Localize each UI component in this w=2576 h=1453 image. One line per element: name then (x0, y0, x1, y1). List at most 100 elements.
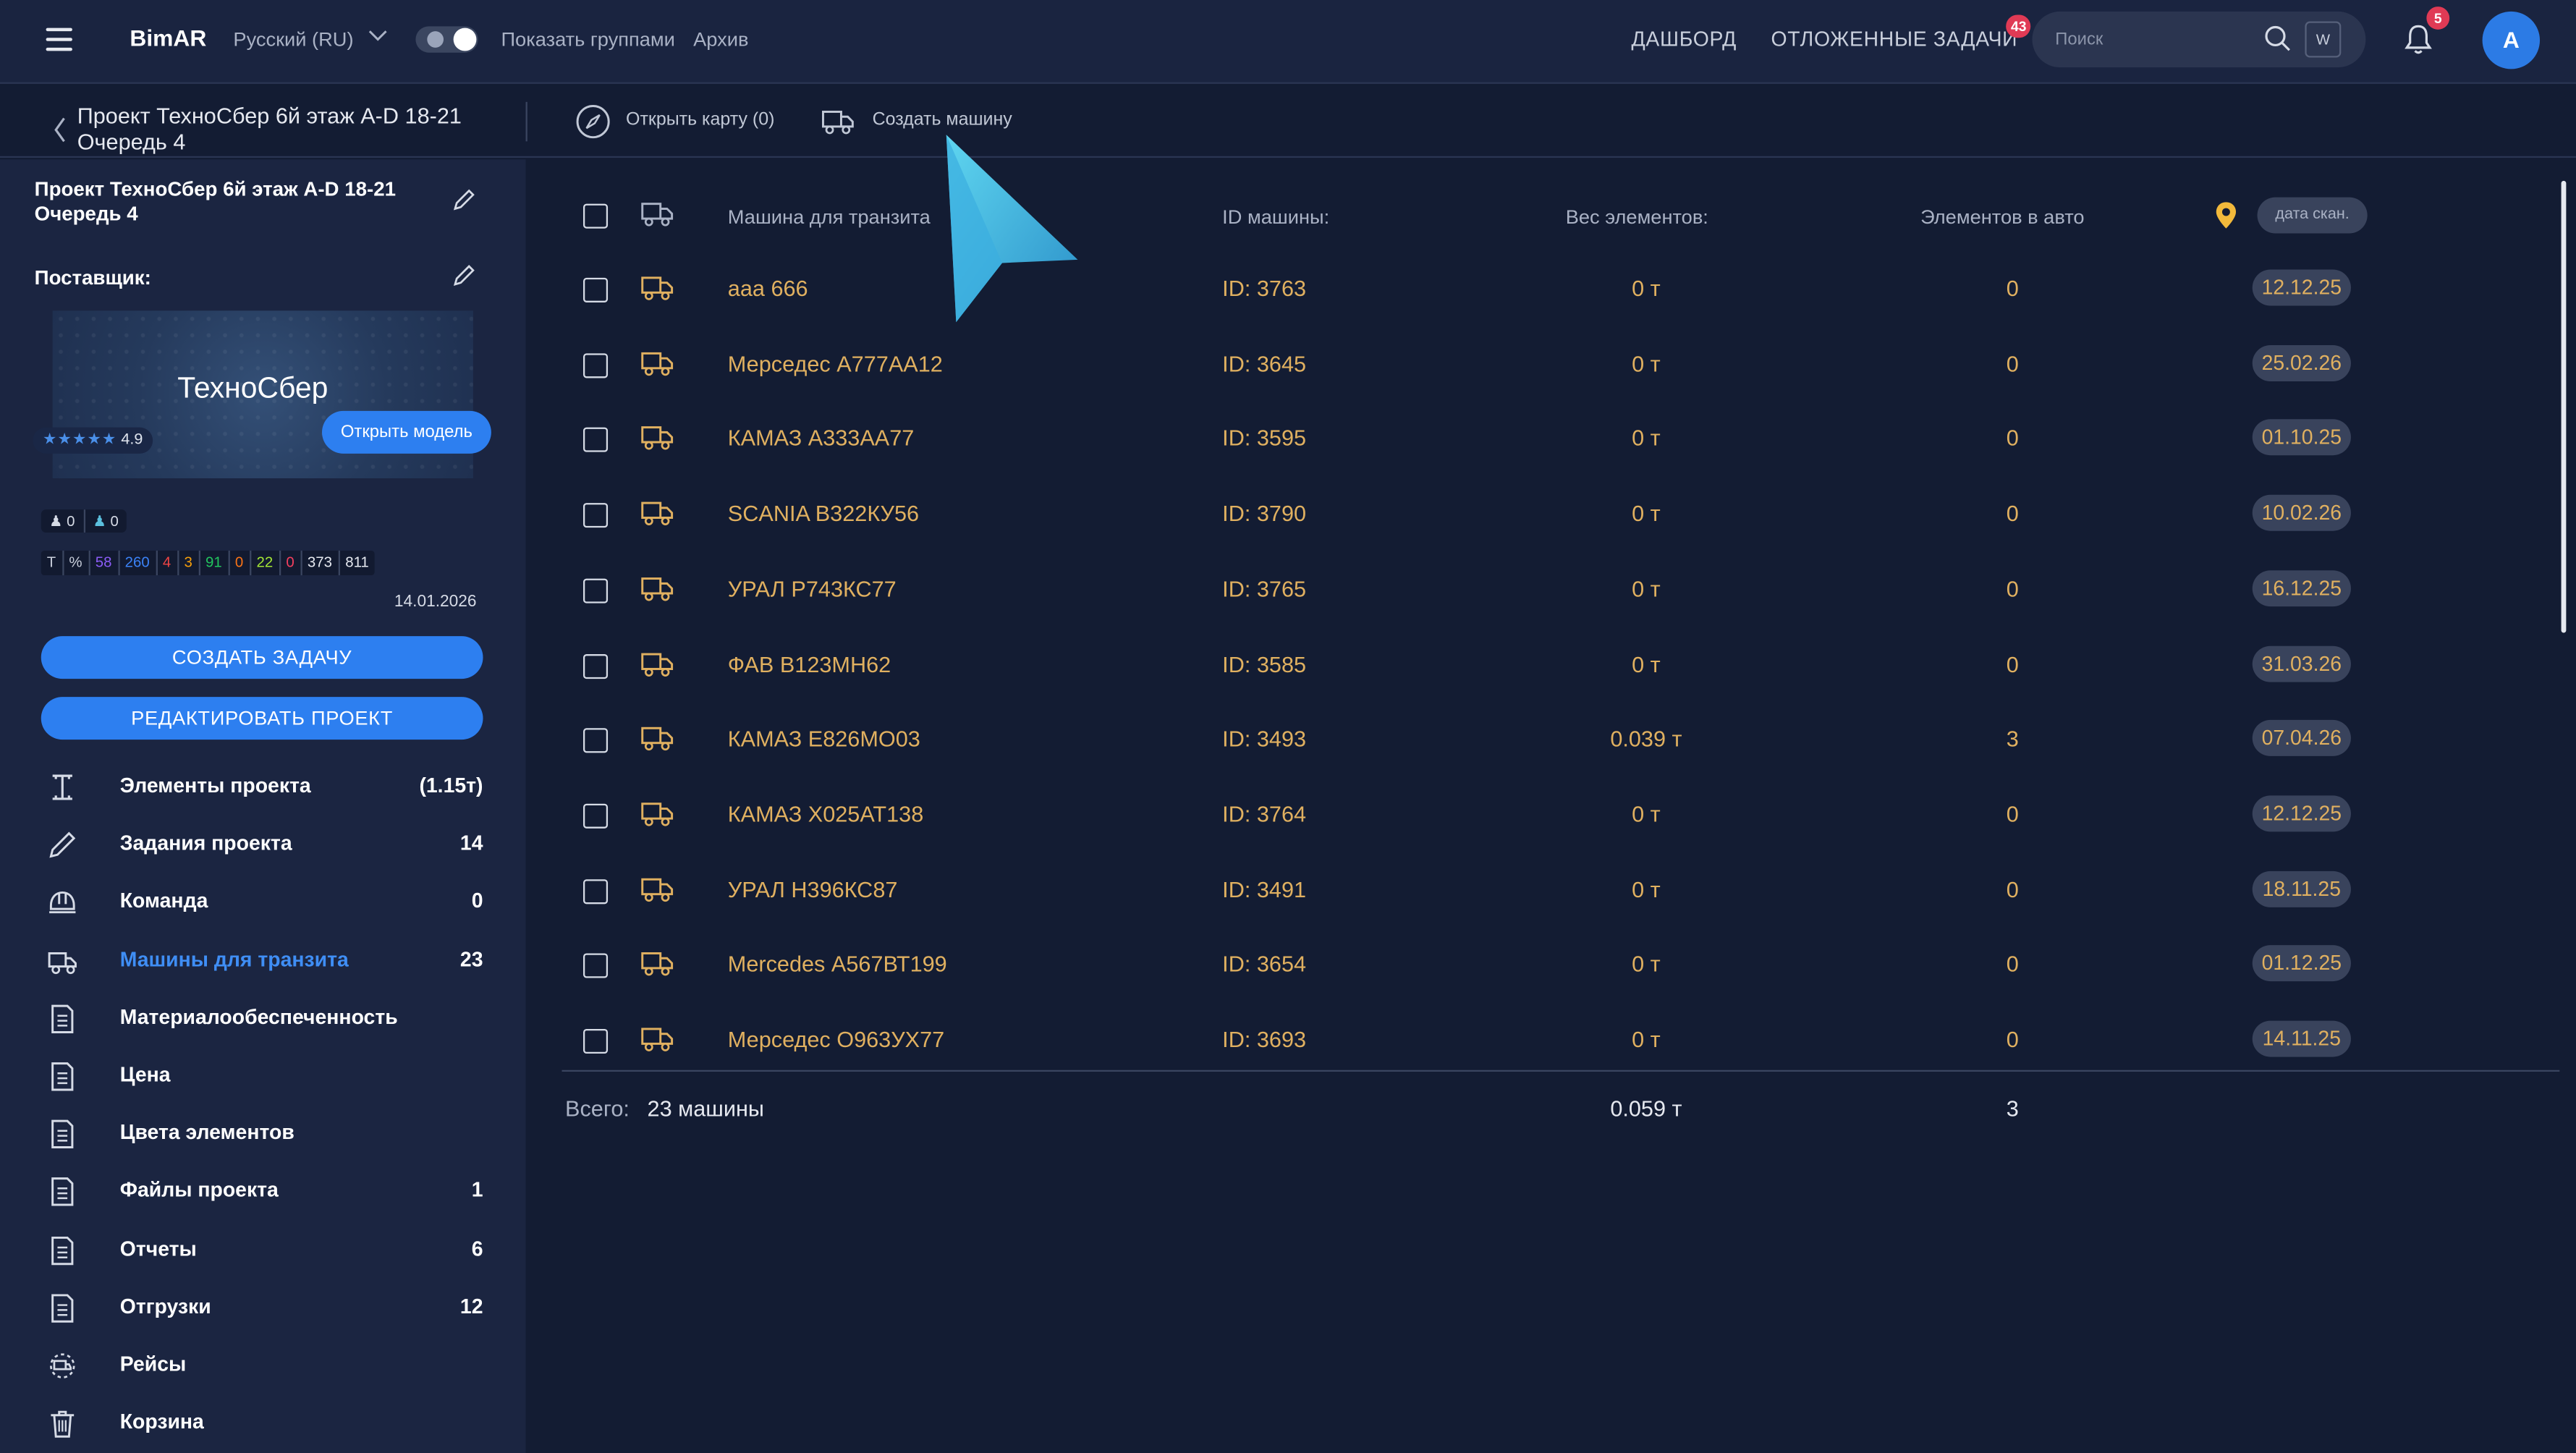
car-name[interactable]: КАМАЗ Х025АТ138 (728, 802, 923, 826)
table-row[interactable]: Мерседес А777АА12 ID: 3645 0 т 0 25.02.26 (562, 329, 2559, 404)
car-weight: 0 т (1632, 576, 1661, 601)
hamburger-menu-icon[interactable] (46, 27, 72, 51)
stat-value: % (63, 550, 90, 576)
nav-dashboard[interactable]: ДАШБОРД (1632, 28, 1737, 51)
header-id[interactable]: ID машины: (1222, 206, 1329, 229)
scan-date-badge: 01.10.25 (2252, 420, 2351, 457)
sidebar-item-label: Корзина (119, 1410, 204, 1433)
car-weight: 0 т (1632, 351, 1661, 376)
table-row[interactable]: КАМАЗ Е826МО03 ID: 3493 0.039 т 3 07.04.26 (562, 704, 2559, 779)
table-row[interactable]: SCANIA В322КУ56 ID: 3790 0 т 0 10.02.26 (562, 478, 2559, 554)
table-row[interactable]: ФАВ В123МН62 ID: 3585 0 т 0 31.03.26 (562, 629, 2559, 704)
table-row[interactable]: Мерседес О963УХ77 ID: 3693 0 т 0 14.11.25 (562, 1004, 2559, 1080)
row-checkbox[interactable] (582, 954, 609, 979)
sidebar-project-name: Проект ТехноСбер 6й этаж A-D 18-21 Очере… (35, 177, 396, 226)
search-input[interactable]: Поиск (2055, 30, 2103, 49)
show-groups-link[interactable]: Показать группами (501, 28, 674, 51)
car-name[interactable]: SCANIA В322КУ56 (728, 501, 919, 526)
avatar[interactable]: A (2482, 11, 2541, 69)
header-weight[interactable]: Вес элементов: (1566, 206, 1708, 229)
sidebar-item-3[interactable]: Машины для транзита 23 (0, 931, 526, 989)
row-checkbox[interactable] (582, 653, 609, 678)
truck-icon[interactable] (821, 107, 854, 137)
status-stats: T% 58 260 4 3 91 0 22 0 373 811 (41, 550, 375, 576)
brand-logo[interactable]: BimAR (130, 25, 206, 51)
chevron-down-icon[interactable] (368, 25, 388, 44)
car-name[interactable]: УРАЛ Н396КС87 (728, 877, 898, 902)
row-checkbox[interactable] (582, 1028, 609, 1054)
truck-icon (640, 800, 674, 826)
sidebar-item-7[interactable]: Файлы проекта 1 (0, 1163, 526, 1221)
table-row[interactable]: КАМАЗ А333АА77 ID: 3595 0 т 0 01.10.25 (562, 403, 2559, 478)
create-task-button[interactable]: СОЗДАТЬ ЗАДАЧУ (41, 636, 483, 679)
workspace-button[interactable]: W (2305, 21, 2342, 58)
table-row[interactable]: УРАЛ Н396КС87 ID: 3491 0 т 0 18.11.25 (562, 854, 2559, 929)
sidebar-item-9[interactable]: Отгрузки 12 (0, 1279, 526, 1336)
sidebar-item-4[interactable]: Материалообеспеченность (0, 989, 526, 1047)
car-element-count: 0 (2006, 802, 2019, 827)
sidebar-menu: Элементы проекта (1.15т) Задания проекта 14… (0, 758, 526, 1452)
row-checkbox[interactable] (582, 728, 609, 753)
sidebar-item-0[interactable]: Элементы проекта (1.15т) (0, 758, 526, 816)
table-row[interactable]: ааа 666 ID: 3763 0 т 0 12.12.25 (562, 253, 2559, 329)
table-row[interactable]: Mercedes А567ВТ199 ID: 3654 0 т 0 01.12.25 (562, 929, 2559, 1004)
sidebar-item-2[interactable]: Команда 0 (0, 873, 526, 931)
header-count[interactable]: Элементов в авто (1920, 206, 2084, 229)
stat-value: 3 (179, 550, 200, 576)
open-model-button[interactable]: Открыть модель (322, 410, 491, 454)
row-checkbox[interactable] (582, 803, 609, 829)
moon-icon (427, 31, 444, 48)
scan-date-badge: 12.12.25 (2252, 795, 2351, 832)
sidebar-item-1[interactable]: Задания проекта 14 (0, 816, 526, 873)
car-element-count: 0 (2006, 952, 2019, 977)
location-pin-icon[interactable] (2215, 200, 2238, 230)
car-weight: 0 т (1632, 952, 1661, 977)
car-name[interactable]: ааа 666 (728, 276, 808, 301)
edit-supplier-icon[interactable] (452, 263, 476, 287)
car-name[interactable]: КАМАЗ А333АА77 (728, 426, 915, 451)
stat-value: 0 (229, 550, 251, 576)
create-car-button[interactable]: Создать машину (873, 110, 1012, 130)
table-row[interactable]: КАМАЗ Х025АТ138 ID: 3764 0 т 0 12.12.25 (562, 779, 2559, 854)
row-checkbox[interactable] (582, 352, 609, 378)
member-counts: ♟ 0 ♟ 0 (41, 509, 127, 533)
archive-link[interactable]: Архив (693, 28, 748, 51)
sidebar-item-10[interactable]: Рейсы (0, 1336, 526, 1394)
row-checkbox[interactable] (582, 878, 609, 904)
table-row[interactable]: УРАЛ Р743КС77 ID: 3765 0 т 0 16.12.25 (562, 554, 2559, 629)
car-name[interactable]: ФАВ В123МН62 (728, 652, 891, 677)
open-map-button[interactable]: Открыть карту (0) (626, 110, 774, 130)
table-header: Машина для транзита ID машины: Вес элеме… (562, 181, 2559, 250)
sidebar-item-6[interactable]: Цвета элементов (0, 1105, 526, 1163)
select-all-checkbox[interactable] (582, 203, 609, 229)
car-name[interactable]: Мерседес А777АА12 (728, 351, 943, 376)
nav-postponed-tasks[interactable]: ОТЛОЖЕННЫЕ ЗАДАЧИ (1771, 28, 2018, 51)
sidebar-item-5[interactable]: Цена (0, 1047, 526, 1105)
car-id: ID: 3765 (1222, 576, 1307, 601)
car-name[interactable]: КАМАЗ Е826МО03 (728, 726, 920, 751)
car-weight: 0.039 т (1610, 726, 1682, 752)
compass-icon[interactable] (575, 103, 611, 140)
theme-toggle[interactable] (415, 26, 478, 53)
row-checkbox[interactable] (582, 277, 609, 302)
car-name[interactable]: Mercedes А567ВТ199 (728, 952, 947, 977)
scrollbar[interactable] (2561, 180, 2567, 633)
car-weight: 0 т (1632, 276, 1661, 301)
header-scan-date[interactable]: дата скан. (2257, 197, 2368, 234)
chevron-left-icon[interactable] (51, 115, 67, 145)
sidebar-item-8[interactable]: Отчеты 6 (0, 1221, 526, 1279)
edit-project-button[interactable]: РЕДАКТИРОВАТЬ ПРОЕКТ (41, 697, 483, 740)
edit-project-icon[interactable] (452, 187, 476, 212)
sidebar-item-11[interactable]: Корзина (0, 1394, 526, 1452)
header-name[interactable]: Машина для транзита (728, 206, 931, 229)
row-checkbox[interactable] (582, 578, 609, 603)
car-name[interactable]: УРАЛ Р743КС77 (728, 577, 897, 601)
car-id: ID: 3763 (1222, 276, 1307, 301)
bell-icon[interactable] (2404, 23, 2433, 56)
row-checkbox[interactable] (582, 428, 609, 453)
car-name[interactable]: Мерседес О963УХ77 (728, 1028, 944, 1052)
language-select[interactable]: Русский (RU) (233, 28, 353, 51)
search-icon[interactable] (2264, 25, 2292, 53)
cursor-pointer-icon (946, 135, 1078, 323)
row-checkbox[interactable] (582, 503, 609, 528)
